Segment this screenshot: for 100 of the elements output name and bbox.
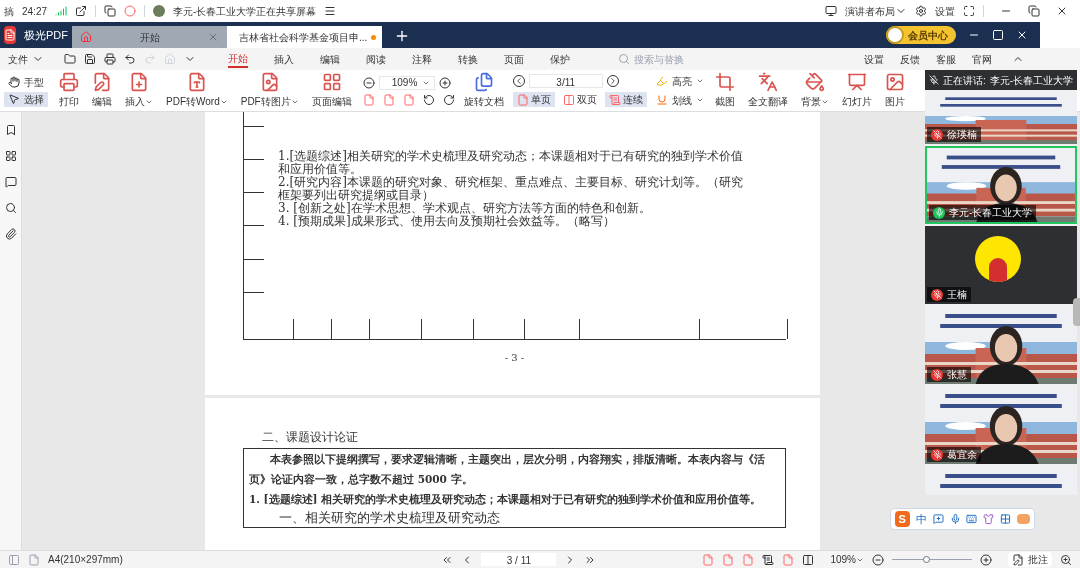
tab-label: 开始 [138,30,161,45]
documents-icon [473,72,494,92]
bookmark-icon[interactable] [4,124,17,136]
speaker-name: 李元-长春工业大学 [989,73,1073,88]
ribbon-tab[interactable]: 插入 [274,50,294,68]
rotate-left-icon[interactable] [422,93,435,106]
fullscreen-icon[interactable] [963,5,975,17]
ribbon-tab[interactable]: 注释 [412,50,432,68]
keyboard-icon[interactable] [966,513,978,525]
vip-button[interactable]: 会员中心 [886,26,956,44]
speaking-label: 正在讲话: [942,73,986,88]
document-tab[interactable]: 吉林省社会科学基金项目申... [227,26,382,48]
search-icon[interactable] [4,202,17,214]
close-icon[interactable] [1056,5,1068,17]
zoom-out-icon[interactable] [872,553,884,566]
collapse-panel-handle[interactable] [1073,298,1080,326]
layout-icon [825,5,837,17]
toolbar-button[interactable]: 截图 [712,72,737,109]
list-item: 2.[研究内容]本课题的研究对象、研究框架、重点难点、主要目标、研究计划等。（研究框架要列出研究提纲或目录） [278,176,744,202]
participant-name: 葛宜余 [947,448,977,462]
search-field[interactable]: 搜索与替换 [634,51,754,67]
header-link[interactable]: 客服 [936,51,956,67]
file-plus-icon [129,72,149,92]
avatar-icon [975,236,1021,282]
continuous-icon[interactable] [762,553,775,566]
ribbon-tab[interactable]: 保护 [550,50,570,68]
settings-icon [915,5,927,17]
view-button[interactable]: 连续 [604,92,647,107]
toolbar-button[interactable]: 页面编辑 [309,72,354,109]
new-tab-icon[interactable] [394,28,410,44]
toolbar-button[interactable]: 打印 [57,72,81,109]
toolbar-button[interactable]: 背景 [798,72,831,109]
sharing-status: 李元-长春工业大学正在共享屏幕 [173,4,317,19]
zoom-in-icon[interactable] [980,553,992,566]
settings-button[interactable]: 设置 [935,3,955,19]
zoom-dropdown[interactable]: 109% [830,552,864,567]
voice-input-icon[interactable] [949,513,961,525]
zoom-slider[interactable] [892,555,972,564]
menu-icon[interactable] [324,5,337,17]
home-icon [80,31,92,43]
ribbon-tab[interactable]: 转换 [458,50,478,68]
rotate-document-button[interactable]: 旋转文档 [463,72,504,109]
toolbar-button[interactable]: 幻灯片 [839,72,874,109]
toolbar-button[interactable]: 全文翻译 [745,72,790,109]
list-item: 1.[选题综述]相关研究的学术史梳理及研究动态；本课题相对于已有研究的独到学术价值和应用价值等。 [278,150,744,176]
page-field[interactable]: 3/11 [528,74,603,88]
undo-icon[interactable] [124,53,136,65]
header-link[interactable]: 官网 [972,51,992,67]
view-button[interactable]: 单页 [512,92,555,107]
ribbon-tab[interactable]: 阅读 [366,50,386,68]
ribbon-tab[interactable]: 页面 [504,50,524,68]
participant-name: 张慧 [947,368,967,382]
printer-icon[interactable] [104,53,116,65]
two-page-icon[interactable] [802,553,815,566]
ribbon-tab[interactable]: 开始 [228,50,248,68]
zoom-in-icon[interactable] [438,76,451,89]
toolbox-icon[interactable] [1000,513,1012,525]
scroll-icon [608,93,621,106]
annotate-button[interactable]: 批注 [1008,552,1052,567]
ime-mode[interactable]: 中 [915,510,927,528]
header-link[interactable]: 设置 [864,51,884,67]
skin-icon[interactable] [983,513,995,525]
markup-button[interactable]: 划线 [655,92,704,108]
comment-icon[interactable] [4,176,17,188]
zoom-field[interactable]: 109% [378,75,435,90]
image-icon [884,72,905,92]
section-prompt: 1. [选题综述] 相关研究的学术史梳理及研究动态；本课题相对于已有研究的独到学术价值和应用价值等。 [249,492,763,507]
list-item: 4. [预期成果]成果形式、使用去向及预期社会效益等。（略写） [278,215,616,228]
toolbar-button[interactable]: 插入 [123,72,155,109]
restore-icon[interactable] [1028,5,1040,17]
header-link[interactable]: 反馈 [900,51,920,67]
close-icon[interactable] [1016,29,1028,41]
ribbon-tab[interactable]: 编辑 [320,50,340,68]
toolbar-button[interactable]: 编辑 [90,72,114,109]
external-link-icon[interactable] [75,5,88,17]
open-folder-icon[interactable] [64,53,76,65]
file-menu[interactable]: 文件 [8,51,44,67]
slider-thumb[interactable] [922,556,930,563]
edit-file-icon [92,72,112,92]
mode-button[interactable]: 手型 [4,74,48,90]
magnifier-icon[interactable] [1060,553,1072,566]
toolbar-button[interactable]: PDF转图片 [238,72,301,109]
attachment-icon[interactable] [4,228,17,240]
punctuation-icon[interactable] [932,513,944,525]
presentation-icon [846,72,867,92]
mode-button[interactable]: 选择 [4,91,48,107]
save-icon[interactable] [84,53,96,65]
view-button[interactable]: 双页 [558,92,601,107]
paint-bucket-icon [804,72,825,92]
rotate-right-icon[interactable] [442,93,455,106]
zoom-out-icon[interactable] [362,76,375,89]
toolbar-button[interactable]: PDF转Word [164,72,230,109]
maximize-icon[interactable] [992,29,1004,41]
ime-logo: S [895,511,910,527]
thumbnails-icon[interactable] [4,150,17,162]
document-tab[interactable]: 开始 [72,26,227,48]
markup-button[interactable]: 高亮 [655,73,704,89]
toolbar-button[interactable]: 图片 [882,72,907,109]
page-field[interactable]: 3 / 11 [481,553,557,566]
layout-button[interactable]: 演讲者布局 [845,3,907,19]
